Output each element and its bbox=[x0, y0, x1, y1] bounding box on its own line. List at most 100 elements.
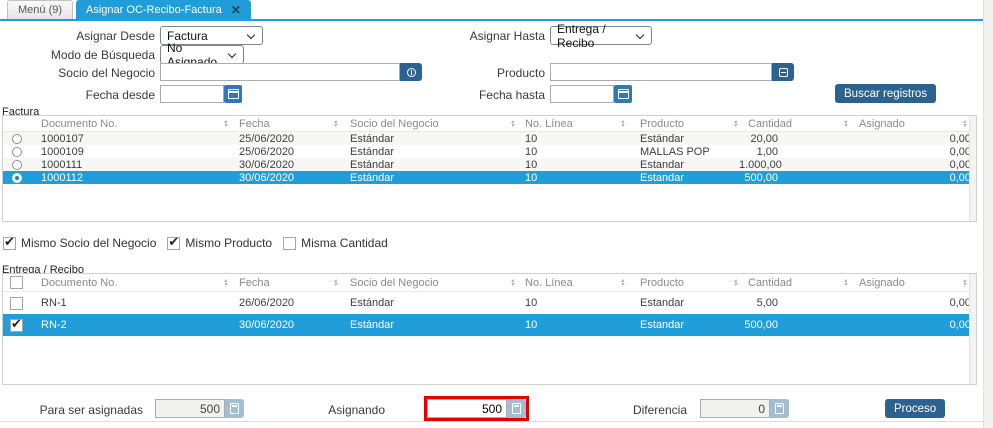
socio-negocio-search-button[interactable] bbox=[400, 63, 422, 81]
modo-busqueda-select[interactable]: No Asignado bbox=[160, 41, 244, 69]
column-header-cantidad[interactable]: Cantidad ▴ ▾ bbox=[739, 277, 849, 289]
chevron-down-icon bbox=[227, 49, 237, 59]
fecha-hasta-calendar-button[interactable] bbox=[614, 85, 632, 103]
sort-icon: ▴ ▾ bbox=[733, 277, 737, 288]
sort-icon: ▴ ▾ bbox=[733, 118, 737, 129]
producto-search-button[interactable] bbox=[772, 63, 794, 81]
asignar-hasta-label: Asignar Hasta bbox=[469, 29, 545, 43]
column-header-fecha[interactable]: Fecha ▴ ▾ bbox=[229, 277, 339, 289]
sort-icon: ▴ ▾ bbox=[962, 118, 966, 129]
fecha-hasta-input[interactable] bbox=[550, 85, 614, 103]
row-radio[interactable] bbox=[12, 146, 22, 157]
column-header-fecha[interactable]: Fecha ▴ ▾ bbox=[229, 118, 339, 130]
column-header-asignado[interactable]: Asignado ▴ ▾ bbox=[849, 277, 976, 289]
filter-label: Mismo Producto bbox=[185, 236, 273, 250]
socio-negocio-input[interactable] bbox=[160, 63, 400, 81]
business-partner-search-icon bbox=[406, 67, 416, 77]
row-checkbox-checked[interactable]: ✔ bbox=[10, 316, 23, 332]
column-header-asignado[interactable]: Asignado ▴ ▾ bbox=[849, 118, 976, 130]
column-header-linea[interactable]: No. Línea ▴ ▾ bbox=[516, 277, 626, 289]
column-header-producto[interactable]: Producto ▴ ▾ bbox=[626, 277, 739, 289]
row-checkbox-unchecked[interactable] bbox=[10, 296, 23, 310]
column-header-cantidad[interactable]: Cantidad ▴ ▾ bbox=[739, 118, 849, 130]
asignar-desde-label: Asignar Desde bbox=[76, 29, 155, 43]
sort-icon: ▴ ▾ bbox=[620, 118, 624, 129]
row-radio[interactable] bbox=[12, 159, 22, 170]
table-row[interactable]: 1000107 25/06/2020 Estándar 10 Estándar … bbox=[3, 132, 976, 145]
filter-mismo-socio[interactable]: ✔ Mismo Socio del Negocio bbox=[3, 234, 157, 250]
select-all-checkbox[interactable] bbox=[10, 276, 23, 289]
diferencia-input[interactable] bbox=[700, 399, 770, 418]
sort-icon: ▴ ▾ bbox=[843, 118, 847, 129]
sort-icon: ▴ ▾ bbox=[620, 277, 624, 288]
para-ser-asignadas-label: Para ser asignadas bbox=[39, 403, 143, 417]
filter-misma-cantidad[interactable]: Misma Cantidad bbox=[283, 236, 388, 250]
sort-icon: ▴ ▾ bbox=[333, 277, 337, 288]
calculator-button[interactable] bbox=[507, 399, 526, 418]
match-filters: ✔ Mismo Socio del Negocio ✔ Mismo Produc… bbox=[3, 234, 388, 250]
sort-icon: ▴ ▾ bbox=[962, 277, 966, 288]
asignando-label: Asignando bbox=[328, 403, 385, 417]
chevron-down-icon bbox=[246, 30, 256, 40]
calculator-button[interactable] bbox=[770, 399, 789, 418]
fecha-desde-calendar-button[interactable] bbox=[224, 85, 242, 103]
asignando-field-highlight bbox=[424, 396, 529, 421]
sort-icon: ▴ ▾ bbox=[223, 277, 227, 288]
filter-label: Misma Cantidad bbox=[301, 236, 388, 250]
diferencia-label: Diferencia bbox=[632, 403, 687, 417]
para-ser-asignadas-field bbox=[155, 399, 244, 418]
sort-icon: ▴ ▾ bbox=[223, 118, 227, 129]
table-row[interactable]: 1000111 30/06/2020 Estándar 10 Estandar … bbox=[3, 158, 976, 171]
sort-icon: ▴ ▾ bbox=[510, 118, 514, 129]
socio-negocio-label: Socio del Negocio bbox=[58, 66, 155, 80]
fecha-desde-input[interactable] bbox=[160, 85, 224, 103]
close-icon[interactable]: ✕ bbox=[231, 4, 241, 16]
calculator-icon bbox=[512, 403, 521, 414]
table-row-selected[interactable]: 1000112 30/06/2020 Estándar 10 Estandar … bbox=[3, 171, 976, 184]
row-radio[interactable] bbox=[12, 133, 22, 144]
column-header-socio[interactable]: Socio del Negocio ▴ ▾ bbox=[339, 118, 516, 130]
product-search-icon bbox=[778, 67, 788, 77]
table-row[interactable]: RN-1 26/06/2020 Estándar 10 Estandar 5,0… bbox=[3, 292, 976, 314]
entrega-header-row: Documento No. ▴ ▾ Fecha ▴ ▾ Socio del Negoci… bbox=[3, 274, 976, 292]
chevron-down-icon bbox=[635, 30, 645, 40]
entrega-table: Documento No. ▴ ▾ Fecha ▴ ▾ Socio del Negoci… bbox=[2, 273, 977, 385]
para-ser-asignadas-input[interactable] bbox=[155, 399, 225, 418]
modo-busqueda-label: Modo de Búsqueda bbox=[50, 48, 155, 62]
table-scrollbar[interactable] bbox=[969, 274, 976, 384]
tab-menu-label: Menú (9) bbox=[18, 4, 63, 16]
diferencia-field bbox=[700, 399, 789, 418]
tab-active-label: Asignar OC-Recibo-Factura bbox=[86, 3, 222, 16]
producto-input[interactable] bbox=[550, 63, 772, 81]
sort-icon: ▴ ▾ bbox=[333, 118, 337, 129]
column-header-producto[interactable]: Producto ▴ ▾ bbox=[626, 118, 739, 130]
column-header-linea[interactable]: No. Línea ▴ ▾ bbox=[516, 118, 626, 130]
sort-icon: ▴ ▾ bbox=[843, 277, 847, 288]
page-scrollbar[interactable] bbox=[983, 0, 993, 428]
table-row-selected[interactable]: ✔ RN-2 30/06/2020 Estándar 10 Estandar 5… bbox=[3, 314, 976, 336]
table-row[interactable]: 1000109 25/06/2020 Estándar 10 MALLAS PO… bbox=[3, 145, 976, 158]
asignar-hasta-select[interactable]: Entrega / Recibo bbox=[550, 22, 652, 50]
asignando-input[interactable] bbox=[427, 399, 507, 418]
fecha-hasta-label: Fecha hasta bbox=[478, 88, 545, 102]
filter-mismo-producto[interactable]: ✔ Mismo Producto bbox=[167, 234, 273, 250]
calendar-icon bbox=[227, 89, 239, 99]
checkbox-unchecked[interactable] bbox=[283, 236, 297, 250]
tab-menu[interactable]: Menú (9) bbox=[7, 0, 74, 19]
calculator-icon bbox=[230, 403, 239, 414]
calculator-button[interactable] bbox=[225, 399, 244, 418]
column-header-documento[interactable]: Documento No. ▴ ▾ bbox=[37, 118, 229, 130]
proceso-button[interactable]: Proceso bbox=[885, 399, 946, 418]
checkbox-checked[interactable]: ✔ bbox=[3, 234, 16, 250]
row-radio-selected[interactable] bbox=[12, 172, 22, 183]
checkbox-checked[interactable]: ✔ bbox=[167, 234, 181, 250]
buscar-registros-button[interactable]: Buscar registros bbox=[835, 84, 937, 103]
factura-header-row: Documento No. ▴ ▾ Fecha ▴ ▾ Socio del Negoci… bbox=[3, 116, 976, 132]
asignar-hasta-value: Entrega / Recibo bbox=[557, 21, 606, 50]
tab-asignar-oc-recibo-factura[interactable]: Asignar OC-Recibo-Factura ✕ bbox=[76, 0, 251, 19]
producto-label: Producto bbox=[496, 66, 545, 80]
column-header-socio[interactable]: Socio del Negocio ▴ ▾ bbox=[339, 277, 516, 289]
column-header-documento[interactable]: Documento No. ▴ ▾ bbox=[37, 277, 229, 289]
filter-label: Mismo Socio del Negocio bbox=[21, 236, 157, 250]
table-scrollbar[interactable] bbox=[969, 116, 976, 221]
